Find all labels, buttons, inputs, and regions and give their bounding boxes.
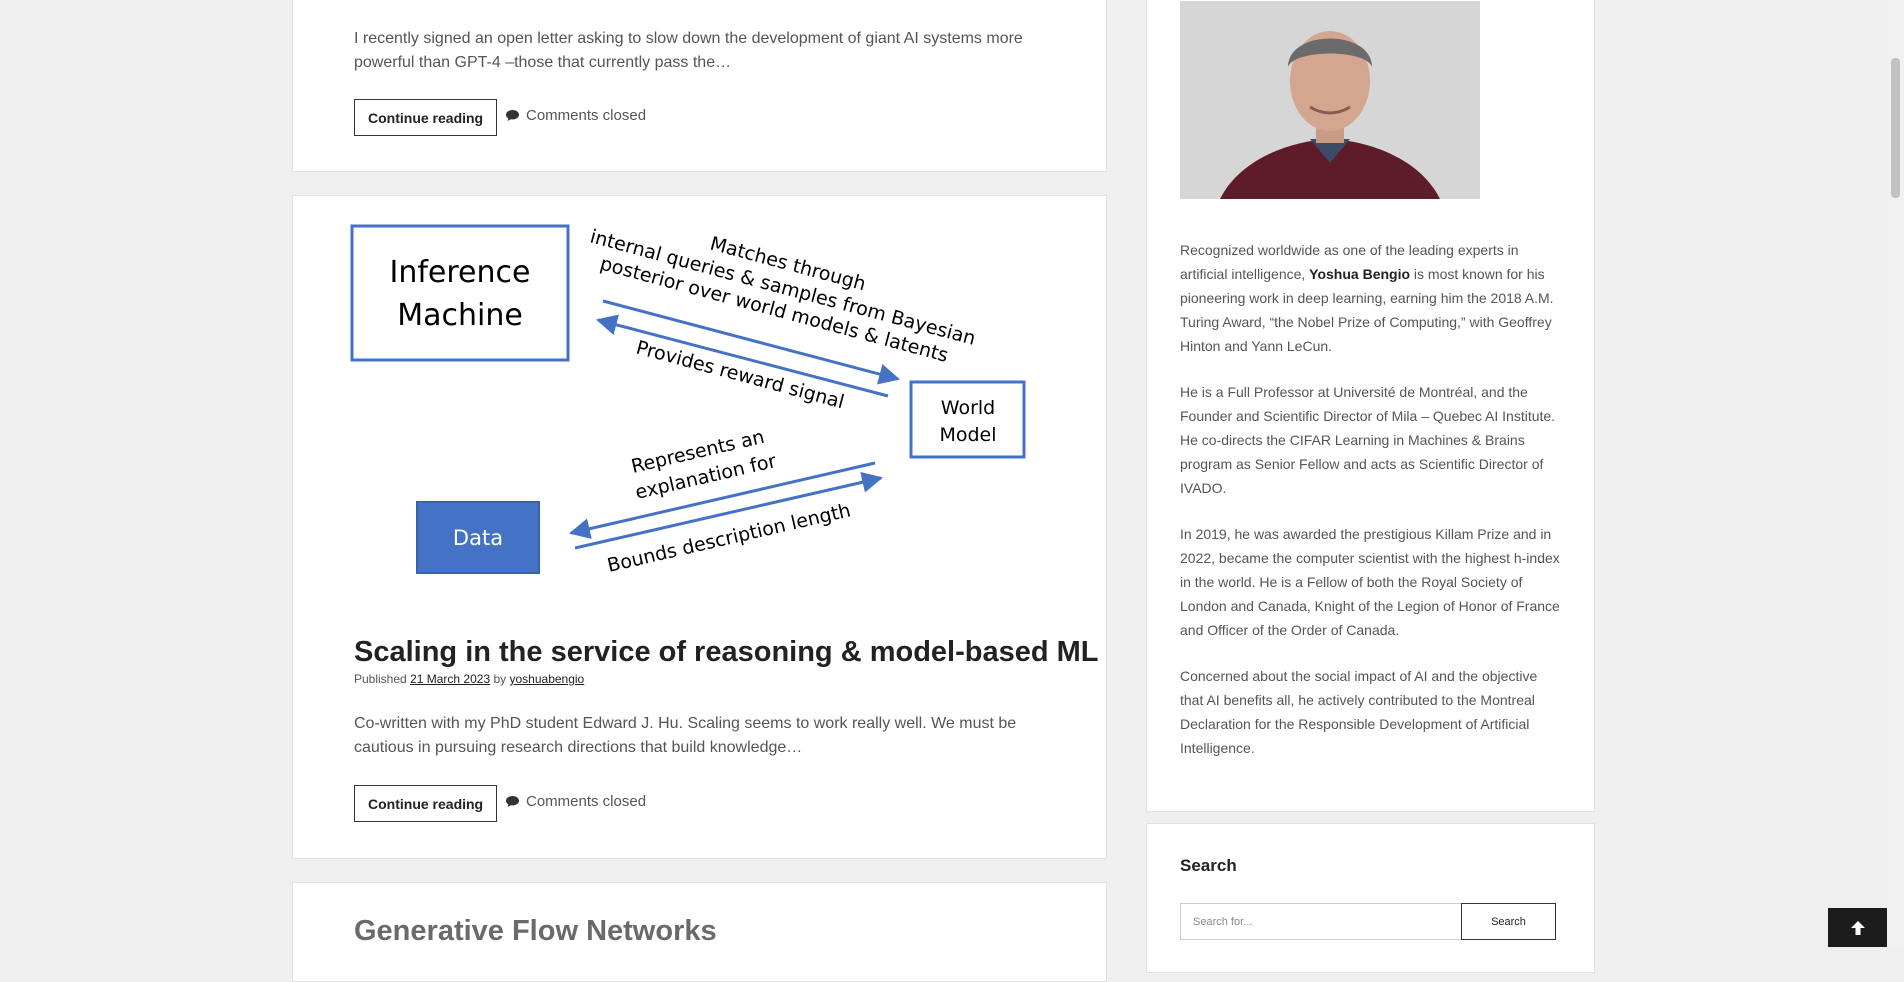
post-excerpt: I recently signed an open letter asking … — [354, 30, 1023, 71]
author-name: Yoshua Bengio — [1309, 266, 1411, 282]
search-input[interactable] — [1180, 903, 1462, 940]
inference-machine-label: Machine — [397, 298, 523, 333]
post-excerpt: Co-written with my PhD student Edward J.… — [354, 715, 1017, 756]
post-card: Generative Flow Networks — [292, 882, 1107, 982]
bio-paragraph: Concerned about the social impact of AI … — [1180, 668, 1538, 756]
bio-paragraph: He is a Full Professor at Université de … — [1180, 384, 1556, 496]
diagram-annotation: Provides reward signal — [634, 337, 847, 414]
comments-status: Comments closed — [505, 107, 646, 124]
continue-reading-button[interactable]: Continue reading — [354, 785, 498, 822]
bio-paragraph: In 2019, he was awarded the prestigious … — [1180, 526, 1560, 638]
data-label: Data — [453, 526, 503, 550]
author-bio: Recognized worldwide as one of the leadi… — [1180, 238, 1560, 782]
post-card: Inference Machine World Model Data Match… — [292, 195, 1107, 859]
world-model-label: World — [941, 397, 995, 419]
search-widget-title: Search — [1180, 856, 1237, 875]
back-to-top-button[interactable] — [1828, 908, 1887, 947]
author-link[interactable]: yoshuabengio — [510, 672, 585, 686]
comments-label: Comments closed — [526, 793, 647, 810]
post-meta: Published 21 March 2023 by yoshuabengio — [354, 672, 584, 686]
published-label: Published — [354, 672, 407, 686]
comments-status: Comments closed — [505, 793, 646, 810]
diagram-annotation: Bounds description length — [605, 499, 853, 576]
about-widget: Recognized worldwide as one of the leadi… — [1146, 0, 1595, 812]
comments-label: Comments closed — [526, 107, 647, 124]
inference-machine-label: Inference — [390, 255, 531, 290]
post-title[interactable]: Scaling in the service of reasoning & mo… — [354, 636, 1099, 669]
post-featured-diagram[interactable]: Inference Machine World Model Data Match… — [293, 196, 1108, 596]
world-model-label: Model — [939, 424, 996, 446]
continue-reading-button[interactable]: Continue reading — [354, 99, 498, 136]
inference-machine-box: Inference Machine — [350, 224, 570, 362]
post-date-link[interactable]: 21 March 2023 — [410, 672, 490, 686]
arrow-up-icon — [1849, 919, 1867, 937]
comment-bubble-icon — [505, 795, 520, 808]
search-button[interactable]: Search — [1461, 903, 1556, 940]
post-card: I recently signed an open letter asking … — [292, 0, 1107, 172]
search-widget: Search Search — [1146, 823, 1595, 973]
data-box: Data — [416, 501, 540, 574]
by-label: by — [493, 672, 507, 686]
comment-bubble-icon — [505, 109, 520, 122]
world-model-box: World Model — [909, 380, 1026, 459]
bio-paragraph: Recognized worldwide as one of the leadi… — [1180, 242, 1554, 354]
page-scrollbar[interactable] — [1887, 0, 1904, 947]
author-photo — [1180, 1, 1480, 199]
scrollbar-thumb[interactable] — [1891, 58, 1900, 198]
post-title[interactable]: Generative Flow Networks — [354, 915, 717, 948]
